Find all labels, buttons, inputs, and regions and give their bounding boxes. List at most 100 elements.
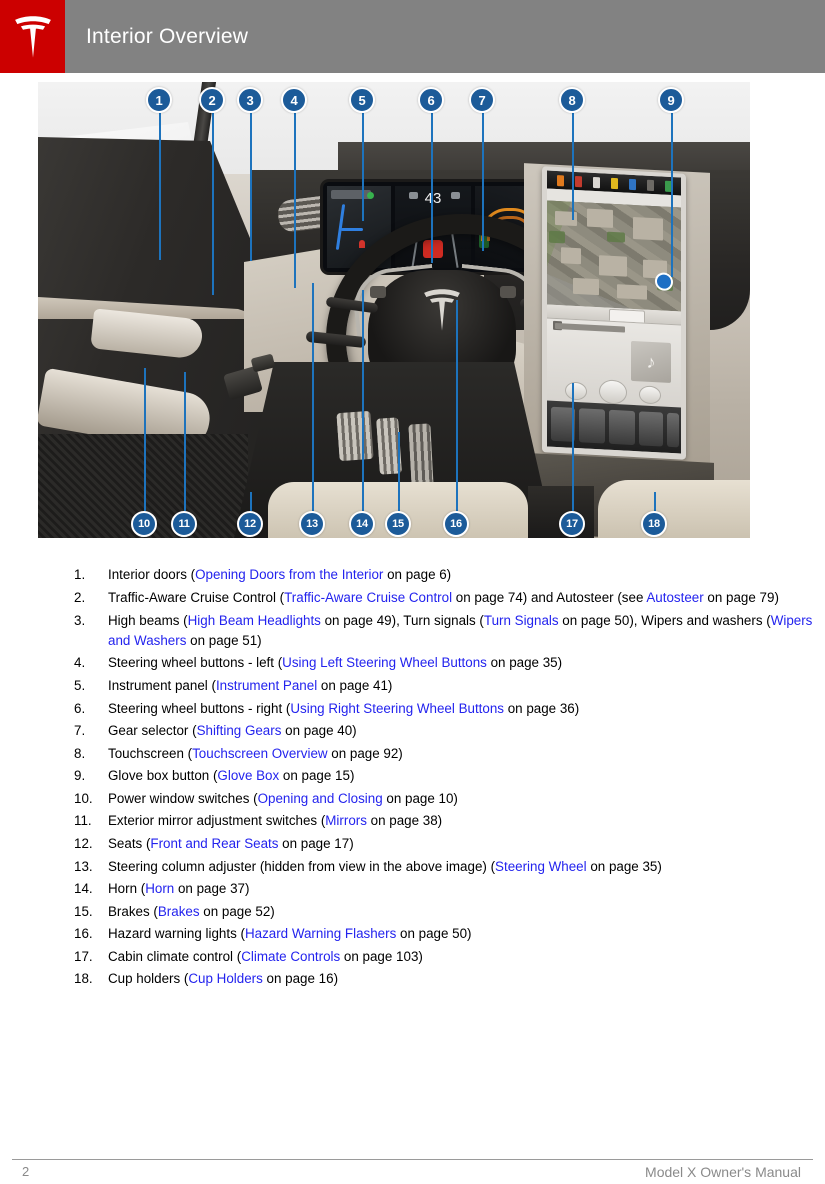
cross-reference-link[interactable]: Opening Doors from the Interior	[195, 567, 383, 582]
list-item-text: Gear selector (Shifting Gears on page 40…	[108, 721, 825, 741]
list-item-number: 15.	[74, 903, 93, 919]
cross-reference-link[interactable]: Autosteer	[646, 590, 703, 605]
list-item-text-segment: on page 10)	[382, 790, 458, 806]
cross-reference-link[interactable]: Touchscreen Overview	[192, 746, 327, 761]
list-item-text: Exterior mirror adjustment switches (Mir…	[108, 811, 825, 831]
pedal-far	[408, 423, 434, 489]
callout-badge-16[interactable]: 16	[443, 511, 469, 537]
callout-badge-15[interactable]: 15	[385, 511, 411, 537]
cluster-map-label	[331, 190, 371, 199]
list-item-text: Steering wheel buttons - left (Using Lef…	[108, 653, 825, 673]
list-item: 9. Glove box button (Glove Box on page 15…	[74, 766, 825, 786]
touchscreen-media-tab-active	[609, 308, 645, 323]
callout-badge-6[interactable]: 6	[418, 87, 444, 113]
callout-badge-13[interactable]: 13	[299, 511, 325, 537]
list-item-text-segment: Glove box button (	[108, 768, 218, 784]
callout-leader-line-12	[250, 492, 252, 511]
passenger-seat	[598, 480, 750, 538]
list-item-text-segment: High beams (	[108, 612, 188, 628]
callout-leader-line-6	[431, 113, 433, 263]
cross-reference-link[interactable]: Climate Controls	[241, 949, 340, 964]
touchscreen-map-view	[547, 200, 681, 312]
list-item: 18. Cup holders (Cup Holders on page 16)	[74, 969, 825, 989]
cross-reference-link[interactable]: Turn Signals	[484, 613, 559, 628]
callout-badge-14[interactable]: 14	[349, 511, 375, 537]
list-item-number: 18.	[74, 971, 93, 987]
callout-leader-line-18	[654, 492, 656, 511]
list-item-text-segment: on page 40)	[281, 723, 357, 739]
cross-reference-link[interactable]: Using Left Steering Wheel Buttons	[282, 655, 487, 670]
list-item-text-segment: Cabin climate control (	[108, 948, 242, 964]
list-item-number: 12.	[74, 835, 93, 851]
callout-badge-11[interactable]: 11	[171, 511, 197, 537]
list-item-text: Power window switches (Opening and Closi…	[108, 789, 825, 809]
cross-reference-link[interactable]: Opening and Closing	[258, 791, 383, 806]
callout-badge-8[interactable]: 8	[559, 87, 585, 113]
interior-overview-list: 1. Interior doors (Opening Doors from the…	[34, 565, 825, 992]
list-item: 16. Hazard warning lights (Hazard Warning…	[74, 924, 825, 944]
cross-reference-link[interactable]: Front and Rear Seats	[150, 836, 278, 851]
callout-badge-17[interactable]: 17	[559, 511, 585, 537]
cross-reference-link[interactable]: Horn	[145, 881, 174, 896]
tesla-logo-icon	[13, 15, 53, 59]
callout-leader-line-17	[572, 383, 574, 511]
callout-badge-2[interactable]: 2	[199, 87, 225, 113]
touchscreen-next-button	[639, 385, 661, 405]
cross-reference-link[interactable]: Glove Box	[217, 768, 279, 783]
list-item-text-segment: on page 49), Turn signals (	[320, 612, 484, 628]
callout-badge-18[interactable]: 18	[641, 511, 667, 537]
cross-reference-link[interactable]: Brakes	[158, 904, 200, 919]
callout-badge-7[interactable]: 7	[469, 87, 495, 113]
list-item-text-segment: on page 15)	[279, 768, 355, 784]
list-item-number: 9.	[74, 768, 86, 784]
list-item-text: Seats (Front and Rear Seats on page 17)	[108, 834, 825, 854]
callout-badge-1[interactable]: 1	[146, 87, 172, 113]
page-title: Interior Overview	[86, 24, 249, 48]
cross-reference-link[interactable]: Traffic-Aware Cruise Control	[284, 590, 452, 605]
list-item-text-segment: on page 74) and Autosteer (see	[452, 589, 647, 605]
cross-reference-link[interactable]: Using Right Steering Wheel Buttons	[290, 701, 504, 716]
callout-badge-4[interactable]: 4	[281, 87, 307, 113]
list-item-text-segment: Steering wheel buttons - left (	[108, 655, 283, 671]
list-item: 15. Brakes (Brakes on page 52)	[74, 902, 825, 922]
cluster-speed-readout: 43	[424, 190, 442, 207]
cross-reference-link[interactable]: Steering Wheel	[495, 859, 587, 874]
list-item: 5. Instrument panel (Instrument Panel on …	[74, 676, 825, 696]
list-item-text-segment: on page 41)	[317, 678, 393, 694]
callout-badge-5[interactable]: 5	[349, 87, 375, 113]
touchscreen-previous-button	[565, 381, 587, 401]
callout-badge-3[interactable]: 3	[237, 87, 263, 113]
cross-reference-link[interactable]: Hazard Warning Flashers	[245, 926, 396, 941]
list-item-text-segment: Interior doors (	[108, 567, 196, 583]
list-item-text: Interior doors (Opening Doors from the I…	[108, 565, 825, 585]
list-item-text-segment: on page 36)	[503, 700, 580, 716]
cluster-map-pin	[359, 240, 365, 248]
callout-badge-10[interactable]: 10	[131, 511, 157, 537]
list-item-number: 5.	[74, 678, 86, 694]
callout-leader-line-16	[456, 300, 458, 511]
climate-passenger-temp	[639, 411, 663, 447]
cross-reference-link[interactable]: Mirrors	[325, 813, 367, 828]
cross-reference-link[interactable]: Shifting Gears	[197, 723, 282, 738]
steering-wheel-button-right	[500, 286, 516, 298]
callout-leader-line-13	[312, 283, 314, 511]
list-item-text-segment: on page 35)	[586, 858, 662, 874]
cross-reference-link[interactable]: High Beam Headlights	[188, 613, 321, 628]
list-item-text-segment: on page 92)	[327, 745, 403, 761]
tesla-logo-block	[0, 0, 65, 73]
callout-badge-12[interactable]: 12	[237, 511, 263, 537]
callout-leader-line-7	[482, 113, 484, 251]
list-item: 17. Cabin climate control (Climate Contro…	[74, 947, 825, 967]
callout-badge-9[interactable]: 9	[658, 87, 684, 113]
list-item-text-segment: on page 38)	[366, 813, 443, 829]
cross-reference-link[interactable]: Instrument Panel	[216, 678, 317, 693]
list-item-number: 11.	[74, 813, 92, 829]
cross-reference-link[interactable]: Cup Holders	[188, 971, 262, 986]
list-item-text-segment: Brakes (	[108, 903, 158, 919]
list-item: 12. Seats (Front and Rear Seats on page 1…	[74, 834, 825, 854]
list-item-text: High beams (High Beam Headlights on page…	[108, 611, 825, 652]
callout-leader-line-3	[250, 113, 252, 261]
callout-leader-line-8	[572, 113, 574, 220]
climate-auto-button	[609, 409, 635, 446]
list-item-number: 16.	[74, 926, 93, 942]
